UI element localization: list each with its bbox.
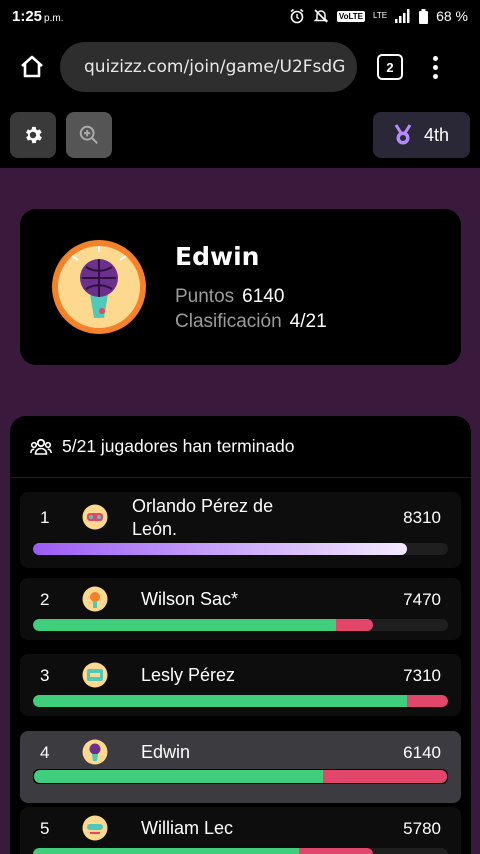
entry-progress-bar (33, 769, 448, 784)
leaderboard-header-text: 5/21 jugadores han terminado (62, 436, 295, 456)
entry-name-line2: León. (132, 519, 178, 539)
menu-dot-icon (432, 55, 438, 61)
entry-rank: 3 (40, 666, 50, 685)
entry-name: Lesly Pérez (141, 665, 236, 685)
entry-correct-fill (33, 695, 407, 707)
leaderboard-entry[interactable]: 5 William Lec 5780 (20, 807, 461, 854)
tab-count: 2 (386, 59, 394, 75)
settings-button[interactable] (10, 112, 56, 158)
battery-percent: 68 % (436, 8, 468, 24)
menu-dot-icon (432, 73, 438, 79)
browser-menu-button[interactable] (425, 52, 445, 82)
browser-toolbar: quizizz.com/join/game/U2FsdG 2 (0, 32, 480, 102)
game-toolbar: 4th (0, 102, 480, 168)
player-avatar (52, 240, 146, 334)
status-time-value: 1:25 (12, 7, 43, 25)
medal-icon (394, 124, 412, 145)
lte-indicator: LTE (373, 11, 388, 20)
entry-progress-fill (33, 543, 407, 555)
entry-rank: 5 (40, 819, 50, 838)
zoom-button[interactable] (66, 112, 112, 158)
entry-score: 7310 (403, 666, 441, 685)
entry-progress-bar (33, 695, 448, 707)
entry-incorrect-fill (406, 695, 448, 707)
home-icon (21, 55, 43, 78)
entry-correct-fill (34, 770, 324, 783)
player-name: Edwin (175, 242, 260, 271)
entry-avatar (82, 739, 108, 765)
entry-score: 8310 (403, 508, 441, 527)
status-bar: 1:25 p.m. VoLTE LTE 68 % (0, 0, 480, 32)
gear-icon (26, 126, 42, 144)
notifications-off-icon (313, 9, 329, 23)
menu-dot-icon (432, 64, 438, 70)
entry-avatar (82, 586, 108, 612)
leaderboard-entry[interactable]: 2 Wilson Sac* 7470 (20, 578, 461, 640)
leaderboard-header: 5/21 jugadores han terminado (10, 416, 471, 478)
entry-incorrect-fill (335, 619, 374, 631)
status-ampm: p.m. (44, 12, 64, 24)
rank-indicator: 4th (373, 112, 470, 158)
player-rank-row: Clasificación 4/21 (175, 311, 327, 333)
rank-label: Clasificación (175, 311, 282, 332)
entry-progress-bar (33, 848, 448, 854)
entry-avatar (82, 504, 108, 530)
volte-badge: VoLTE (336, 10, 365, 22)
url-text: quizizz.com/join/game/U2FsdG (84, 57, 346, 77)
leaderboard-entry[interactable]: 1 Orlando Pérez de León. 8310 (20, 492, 461, 568)
battery-icon (419, 8, 429, 24)
group-icon (30, 438, 52, 455)
entry-progress-bar (33, 619, 448, 631)
rank-indicator-label: 4th (423, 124, 450, 145)
entry-score: 6140 (403, 743, 441, 762)
points-value: 6140 (242, 286, 285, 307)
entry-name: Orlando Pérez de León. (132, 495, 273, 541)
entry-correct-fill (33, 619, 336, 631)
entry-name: William Lec (141, 818, 234, 838)
status-icons: VoLTE LTE 68 % (289, 8, 468, 24)
entry-score: 5780 (403, 819, 441, 838)
address-bar[interactable]: quizizz.com/join/game/U2FsdG (60, 42, 357, 92)
entry-name-line1: Orlando Pérez de (132, 496, 274, 516)
entry-rank: 2 (40, 590, 50, 609)
entry-correct-fill (33, 848, 299, 854)
entry-incorrect-fill (298, 848, 374, 854)
alarm-icon (290, 8, 304, 24)
points-label: Puntos (175, 286, 235, 307)
entry-progress-bar (33, 543, 448, 555)
entry-rank: 4 (40, 743, 50, 762)
entry-incorrect-fill (323, 770, 447, 783)
status-time: 1:25 p.m. (12, 8, 63, 25)
entry-avatar (82, 815, 108, 841)
leaderboard-entry-current-player[interactable]: 4 Edwin 6140 (20, 731, 461, 803)
zoom-in-icon (79, 125, 98, 144)
leaderboard[interactable]: 5/21 jugadores han terminado 1 Orlando P… (10, 416, 471, 854)
leaderboard-entry[interactable]: 3 Lesly Pérez 7310 (20, 654, 461, 716)
entry-rank: 1 (40, 508, 50, 527)
home-button[interactable] (12, 47, 52, 87)
entry-name: Wilson Sac* (141, 589, 239, 609)
signal-icon (395, 9, 410, 23)
player-points-row: Puntos 6140 (175, 286, 284, 308)
tab-switcher-button[interactable]: 2 (377, 54, 403, 80)
entry-name: Edwin (141, 742, 191, 762)
rank-value: 4/21 (289, 311, 327, 332)
entry-score: 7470 (403, 590, 441, 609)
player-summary-card: Edwin Puntos 6140 Clasificación 4/21 (20, 209, 461, 365)
entry-avatar (82, 662, 108, 688)
